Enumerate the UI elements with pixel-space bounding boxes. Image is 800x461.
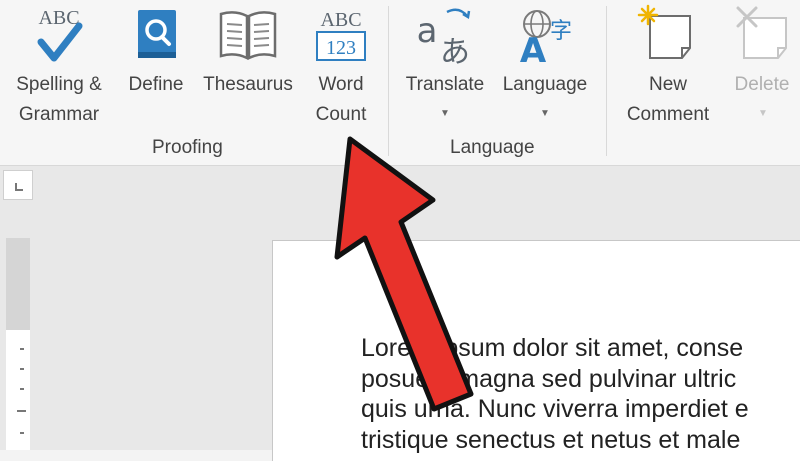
svg-text:A: A	[520, 31, 547, 66]
group-separator	[606, 6, 607, 156]
document-line: posuere magna sed pulvinar ultric	[361, 364, 737, 393]
new-comment-button[interactable]: New Comment	[614, 0, 722, 130]
ruler-tick	[20, 388, 24, 390]
delete-dropdown-arrow: ▼	[758, 108, 768, 119]
delete-label: Delete	[734, 74, 790, 95]
vertical-ruler[interactable]	[6, 238, 30, 450]
translate-button[interactable]: a あ Translate ▼	[396, 0, 494, 130]
spelling-check-icon: ABC	[37, 7, 83, 62]
globe-language-icon: A 字	[520, 10, 572, 66]
abc-123-icon: ABC 123	[316, 9, 366, 61]
svg-text:a: a	[417, 11, 438, 51]
word-count-label-line2: Count	[315, 104, 367, 125]
language-button[interactable]: A 字 Language ▼	[494, 0, 596, 130]
ruler-tick	[20, 348, 24, 350]
new-comment-label-line1: New	[648, 74, 687, 95]
ruler-margin-shade	[6, 238, 30, 330]
svg-text:123: 123	[326, 37, 356, 59]
translate-icon: a あ	[417, 8, 471, 66]
word-count-button[interactable]: ABC 123 Word Count	[302, 0, 380, 130]
document-line: Lorem ipsum dolor sit amet, conse	[361, 334, 744, 362]
document-body-text[interactable]: Lorem ipsum dolor sit amet, conse posuer…	[361, 333, 800, 455]
spelling-label-line1: Spelling &	[16, 74, 102, 95]
svg-text:字: 字	[550, 19, 572, 44]
translate-dropdown-arrow[interactable]: ▼	[440, 108, 450, 119]
thesaurus-label: Thesaurus	[203, 74, 293, 95]
spelling-label-line2: Grammar	[18, 104, 100, 125]
spelling-grammar-button[interactable]: ABC Spelling & Grammar	[0, 0, 118, 130]
language-group-label: Language	[450, 137, 535, 158]
new-comment-label-line2: Comment	[626, 104, 710, 125]
proofing-group-label: Proofing	[152, 137, 223, 158]
define-button[interactable]: Define	[120, 0, 192, 100]
thesaurus-button[interactable]: Thesaurus	[194, 0, 302, 100]
ruler-tick	[20, 368, 24, 370]
group-separator	[388, 6, 389, 156]
word-count-label-line1: Word	[318, 74, 364, 95]
document-page[interactable]: Lorem ipsum dolor sit amet, conse posuer…	[272, 240, 800, 461]
delete-comment-button[interactable]: Delete ▼	[724, 0, 800, 130]
language-label: Language	[502, 74, 588, 95]
delete-comment-icon	[736, 6, 787, 59]
svg-text:あ: あ	[440, 35, 470, 66]
ribbon-review-tab: ABC Spelling & Grammar Define Thesaurus	[0, 0, 800, 166]
translate-label: Translate	[405, 74, 485, 95]
left-tab-icon	[15, 183, 23, 191]
book-search-icon	[138, 10, 176, 58]
ruler-tick	[17, 410, 26, 412]
document-line: tristique senectus et netus et male	[361, 425, 741, 454]
open-book-icon	[219, 11, 277, 61]
document-line: quis urna. Nunc viverra imperdiet e	[361, 395, 749, 423]
language-dropdown-arrow[interactable]: ▼	[540, 108, 550, 119]
define-label: Define	[128, 74, 184, 95]
svg-text:ABC: ABC	[38, 7, 79, 29]
tab-selector-button[interactable]	[3, 170, 33, 200]
ruler-tick	[20, 432, 24, 434]
new-comment-icon	[637, 4, 691, 59]
svg-text:ABC: ABC	[320, 9, 361, 31]
